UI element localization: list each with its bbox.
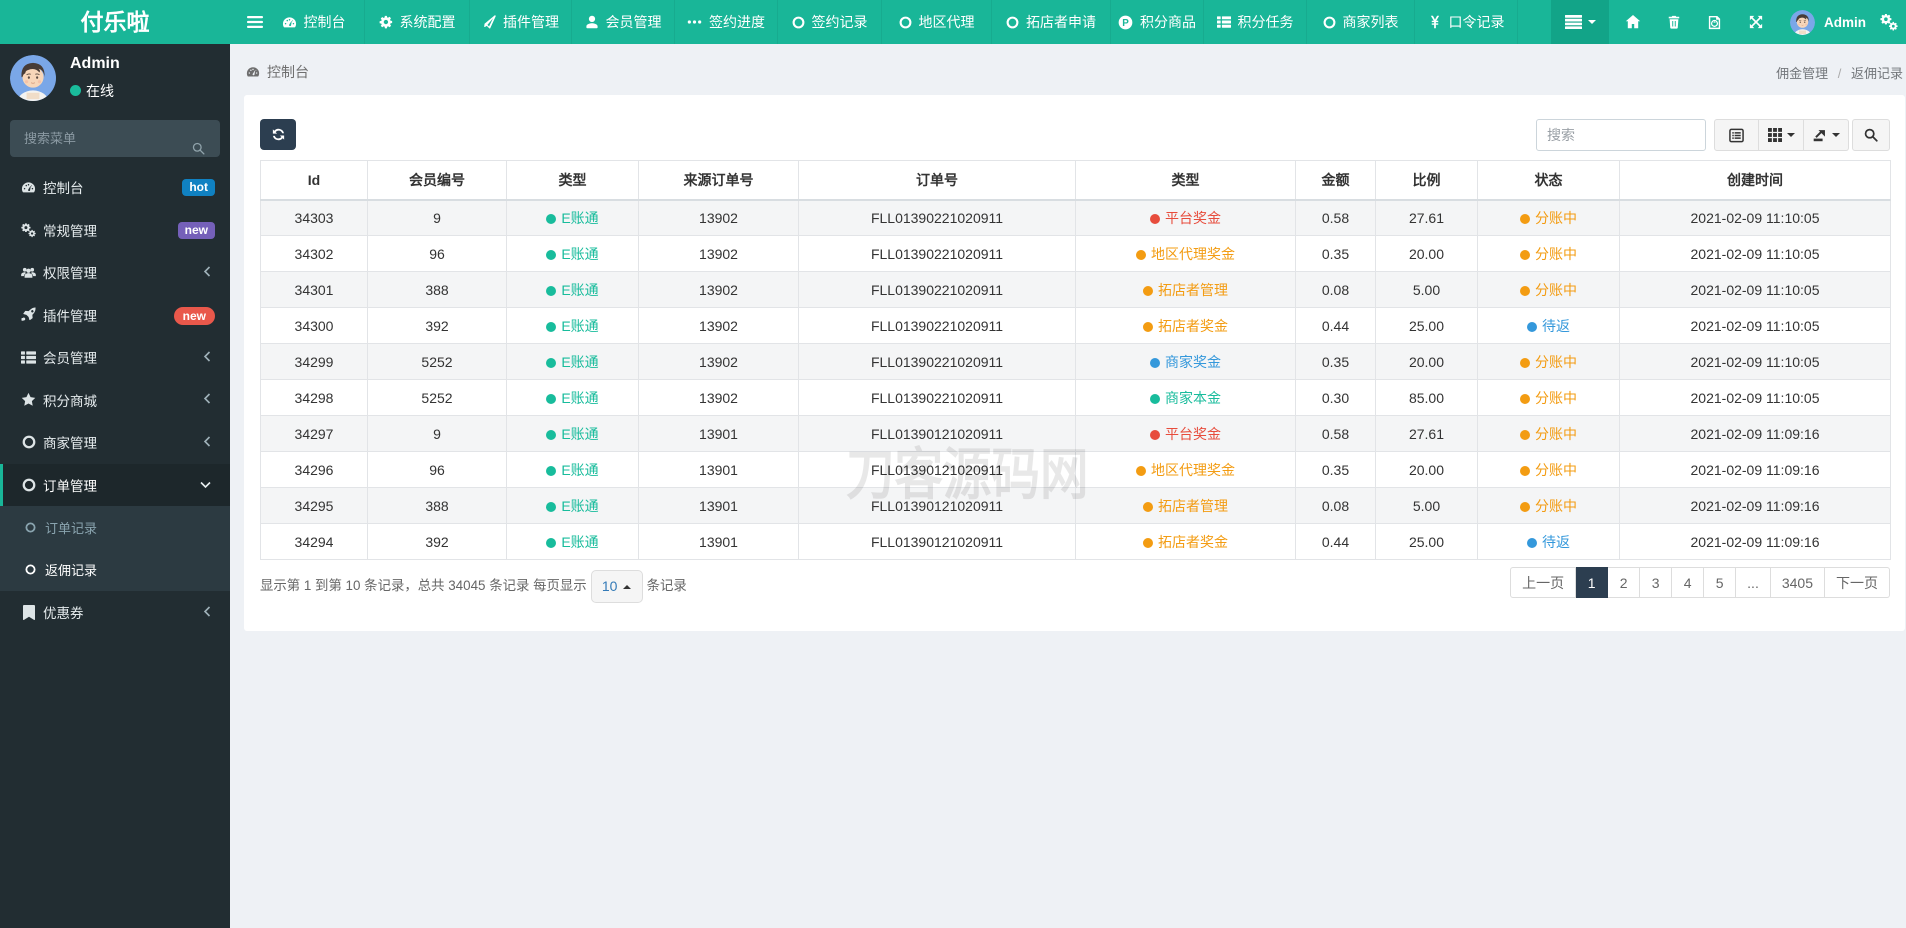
svg-text:P: P xyxy=(1122,17,1129,28)
